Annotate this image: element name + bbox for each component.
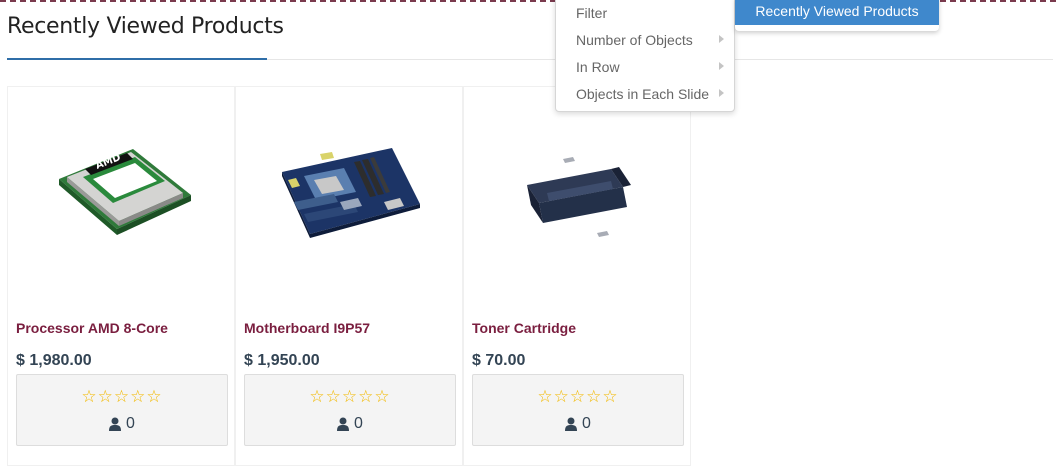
product-name-link[interactable]: Processor AMD 8-Core [16, 320, 168, 336]
menu-item-filter[interactable]: Filter [556, 0, 734, 26]
user-icon [109, 417, 122, 431]
section-title: Recently Viewed Products [7, 14, 284, 39]
product-price: $ 1,950.00 [244, 352, 320, 369]
review-count-value: 0 [126, 415, 135, 432]
product-image[interactable] [464, 87, 690, 297]
product-name-link[interactable]: Toner Cartridge [472, 320, 576, 336]
product-image[interactable] [236, 87, 462, 297]
menu-item-objects-in-each-slide[interactable]: Objects in Each Slide [556, 80, 734, 107]
toner-cartridge-image [527, 157, 631, 237]
user-icon [565, 417, 578, 431]
review-count: 0 [17, 415, 227, 433]
product-card[interactable]: AMD Processor AMD 8-Core $ 1,980.00 ☆☆☆☆… [7, 86, 235, 466]
chevron-right-icon [719, 89, 724, 97]
menu-item-label: Objects in Each Slide [576, 85, 710, 102]
menu-item-number-of-objects[interactable]: Number of Objects [556, 26, 734, 53]
star-rating[interactable]: ☆☆☆☆☆ [473, 387, 683, 407]
review-count-value: 0 [354, 415, 363, 432]
filter-submenu: Recently Viewed Products [735, 0, 939, 31]
user-icon [337, 417, 350, 431]
cpu-chip-image: AMD [59, 149, 191, 235]
rating-box: ☆☆☆☆☆ 0 [244, 374, 456, 446]
chevron-right-icon [719, 62, 724, 70]
product-card[interactable]: Motherboard I9P57 $ 1,950.00 ☆☆☆☆☆ 0 [235, 86, 463, 466]
submenu-item-recently-viewed[interactable]: Recently Viewed Products [735, 0, 939, 25]
review-count: 0 [473, 415, 683, 433]
menu-item-label: Filter [576, 4, 608, 21]
context-menu: Filter Number of Objects In Row Objects … [555, 0, 735, 112]
chevron-right-icon [719, 35, 724, 43]
product-card[interactable]: Toner Cartridge $ 70.00 ☆☆☆☆☆ 0 [463, 86, 691, 466]
star-rating[interactable]: ☆☆☆☆☆ [17, 387, 227, 407]
menu-item-in-row[interactable]: In Row [556, 53, 734, 80]
star-rating[interactable]: ☆☆☆☆☆ [245, 387, 455, 407]
rating-box: ☆☆☆☆☆ 0 [472, 374, 684, 446]
motherboard-image [282, 148, 420, 238]
product-grid: AMD Processor AMD 8-Core $ 1,980.00 ☆☆☆☆… [7, 86, 691, 466]
product-price: $ 70.00 [472, 352, 526, 369]
title-underline-accent [7, 58, 267, 60]
product-price: $ 1,980.00 [16, 352, 92, 369]
product-name-link[interactable]: Motherboard I9P57 [244, 320, 370, 336]
review-count-value: 0 [582, 415, 591, 432]
rating-box: ☆☆☆☆☆ 0 [16, 374, 228, 446]
menu-item-label: Number of Objects [576, 31, 693, 48]
review-count: 0 [245, 415, 455, 433]
menu-item-label: In Row [576, 58, 620, 75]
product-image[interactable]: AMD [8, 87, 234, 297]
